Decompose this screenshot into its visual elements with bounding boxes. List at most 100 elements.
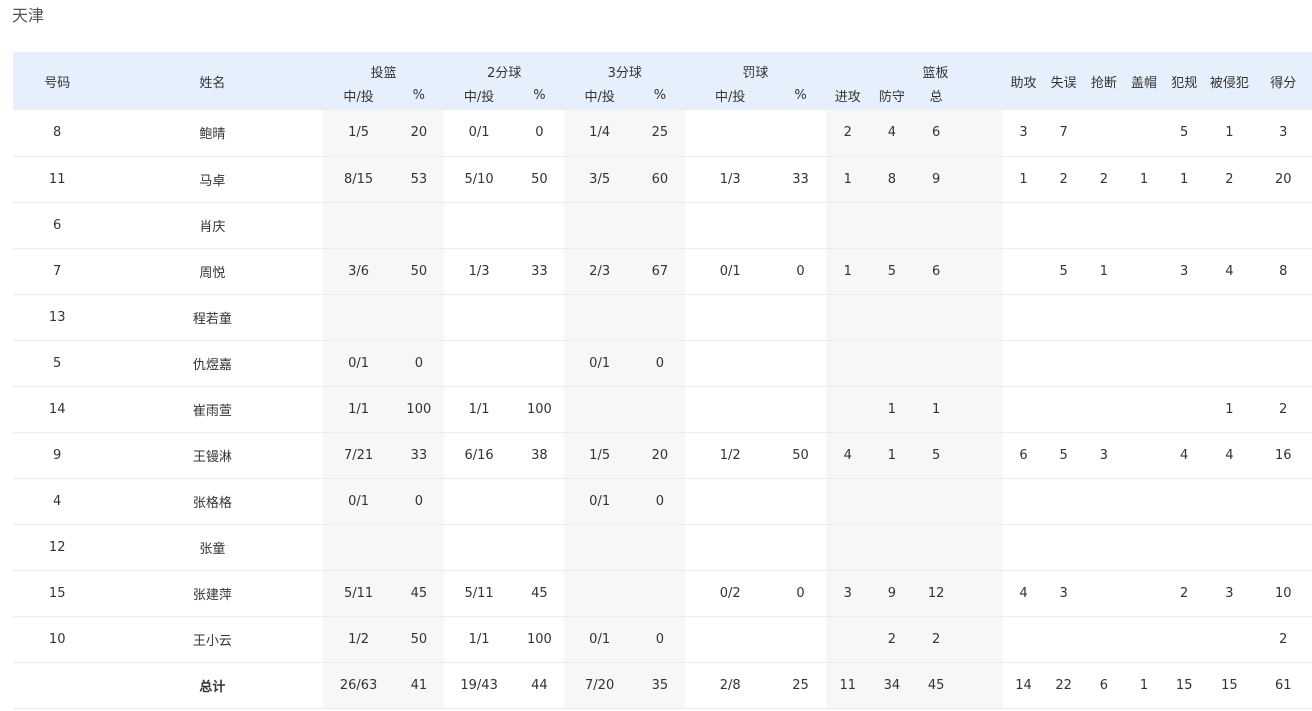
player-two-pct-cell <box>514 294 565 341</box>
col-blk-header: 盖帽 <box>1123 52 1165 110</box>
player-two-made-att-cell <box>443 294 515 341</box>
player-three-pct-cell: 25 <box>634 110 686 157</box>
player-pf-cell <box>1164 524 1205 571</box>
player-ft-made-att-cell: 0/2 <box>685 570 776 617</box>
player-three-made-att-cell <box>564 570 635 617</box>
player-pts-cell: 8 <box>1254 248 1312 295</box>
player-number-cell: 12 <box>13 524 102 571</box>
reb-spacer-cell <box>958 340 1004 387</box>
player-name-cell: 马卓 <box>101 156 324 203</box>
player-fg-pct-cell: 53 <box>393 156 444 203</box>
player-ast-cell: 4 <box>1003 570 1044 617</box>
player-ft-pct-cell <box>775 478 826 525</box>
player-fg-made-att-cell: 5/11 <box>323 570 394 617</box>
player-stl-cell <box>1083 386 1124 433</box>
player-number-cell: 6 <box>13 202 102 249</box>
reb-spacer-cell <box>958 294 1004 341</box>
player-three-pct-cell: 0 <box>634 340 686 387</box>
player-ft-pct-cell: 50 <box>775 432 826 479</box>
player-blk-cell <box>1123 294 1165 341</box>
player-ft-pct-cell <box>775 616 826 663</box>
player-number-cell: 7 <box>13 248 102 295</box>
player-ft-made-att-cell <box>685 616 776 663</box>
player-fd-cell: 1 <box>1204 110 1255 157</box>
player-reb-def-cell <box>869 294 915 341</box>
total-number-cell <box>13 662 102 709</box>
player-reb-def-cell <box>869 524 915 571</box>
player-blk-cell <box>1123 202 1165 249</box>
total-fg-made-att-cell: 26/63 <box>323 662 394 709</box>
col-pf-header: 犯规 <box>1164 52 1205 110</box>
player-reb-off-cell <box>825 616 870 663</box>
player-three-pct-cell: 60 <box>634 156 686 203</box>
player-number-cell: 8 <box>13 110 102 157</box>
player-name-cell: 周悦 <box>101 248 324 295</box>
player-reb-def-cell: 4 <box>869 110 915 157</box>
player-pf-cell: 5 <box>1164 110 1205 157</box>
player-ft-pct-cell: 0 <box>775 248 826 295</box>
player-reb-off-cell <box>825 294 870 341</box>
total-two-made-att-cell: 19/43 <box>443 662 515 709</box>
player-ft-pct-cell <box>775 340 826 387</box>
player-fg-made-att-cell: 0/1 <box>323 340 394 387</box>
player-reb-off-cell <box>825 202 870 249</box>
player-two-pct-cell: 100 <box>514 386 565 433</box>
player-fd-cell <box>1204 478 1255 525</box>
player-three-made-att-cell <box>564 294 635 341</box>
player-reb-tot-cell <box>914 524 959 571</box>
player-three-made-att-cell: 0/1 <box>564 478 635 525</box>
player-row: 12 张童 <box>13 524 1312 571</box>
total-stl-cell: 6 <box>1083 662 1124 709</box>
player-fg-pct-cell: 0 <box>393 340 444 387</box>
player-to-cell: 5 <box>1043 248 1084 295</box>
player-ast-cell <box>1003 524 1044 571</box>
player-pts-cell <box>1254 340 1312 387</box>
player-stl-cell <box>1083 524 1124 571</box>
player-blk-cell <box>1123 386 1165 433</box>
player-number-cell: 10 <box>13 616 102 663</box>
col-stl-header: 抢断 <box>1083 52 1124 110</box>
col-fg-header: 投篮 <box>323 52 444 81</box>
player-two-made-att-cell: 5/10 <box>443 156 515 203</box>
player-to-cell <box>1043 386 1084 433</box>
player-to-cell: 2 <box>1043 156 1084 203</box>
player-pts-cell <box>1254 524 1312 571</box>
player-stl-cell <box>1083 202 1124 249</box>
player-two-pct-cell: 0 <box>514 110 565 157</box>
player-ft-made-att-cell: 1/2 <box>685 432 776 479</box>
player-two-pct-cell <box>514 524 565 571</box>
player-reb-def-cell: 1 <box>869 432 915 479</box>
total-name-cell: 总计 <box>101 662 324 709</box>
player-two-pct-cell <box>514 478 565 525</box>
player-three-pct-cell <box>634 386 686 433</box>
player-ast-cell <box>1003 616 1044 663</box>
player-reb-def-cell: 2 <box>869 616 915 663</box>
player-reb-def-cell: 8 <box>869 156 915 203</box>
player-fg-made-att-cell: 1/1 <box>323 386 394 433</box>
player-pts-cell: 2 <box>1254 386 1312 433</box>
player-three-pct-cell <box>634 524 686 571</box>
col-fd-header: 被侵犯 <box>1204 52 1255 110</box>
player-ft-pct-cell <box>775 294 826 341</box>
player-pts-cell: 20 <box>1254 156 1312 203</box>
player-blk-cell: 1 <box>1123 156 1165 203</box>
player-fd-cell <box>1204 616 1255 663</box>
player-blk-cell <box>1123 616 1165 663</box>
player-two-pct-cell: 38 <box>514 432 565 479</box>
player-fd-cell <box>1204 294 1255 341</box>
total-ft-made-att-cell: 2/8 <box>685 662 776 709</box>
reb-spacer-cell <box>958 386 1004 433</box>
total-pts-cell: 61 <box>1254 662 1312 709</box>
player-reb-def-cell: 5 <box>869 248 915 295</box>
player-fg-pct-cell: 50 <box>393 248 444 295</box>
ft-made-att-header: 中/投 <box>685 81 776 110</box>
player-pts-cell: 16 <box>1254 432 1312 479</box>
player-pts-cell: 10 <box>1254 570 1312 617</box>
player-ast-cell <box>1003 294 1044 341</box>
player-name-cell: 张建萍 <box>101 570 324 617</box>
player-blk-cell <box>1123 248 1165 295</box>
player-reb-def-cell: 1 <box>869 386 915 433</box>
reb-tot-header: 总 <box>914 81 959 110</box>
player-row: 14 崔雨萱 1/1 100 1/1 100 1 1 1 2 <box>13 386 1312 433</box>
player-row: 5 仇煜嘉 0/1 0 0/1 0 <box>13 340 1312 387</box>
